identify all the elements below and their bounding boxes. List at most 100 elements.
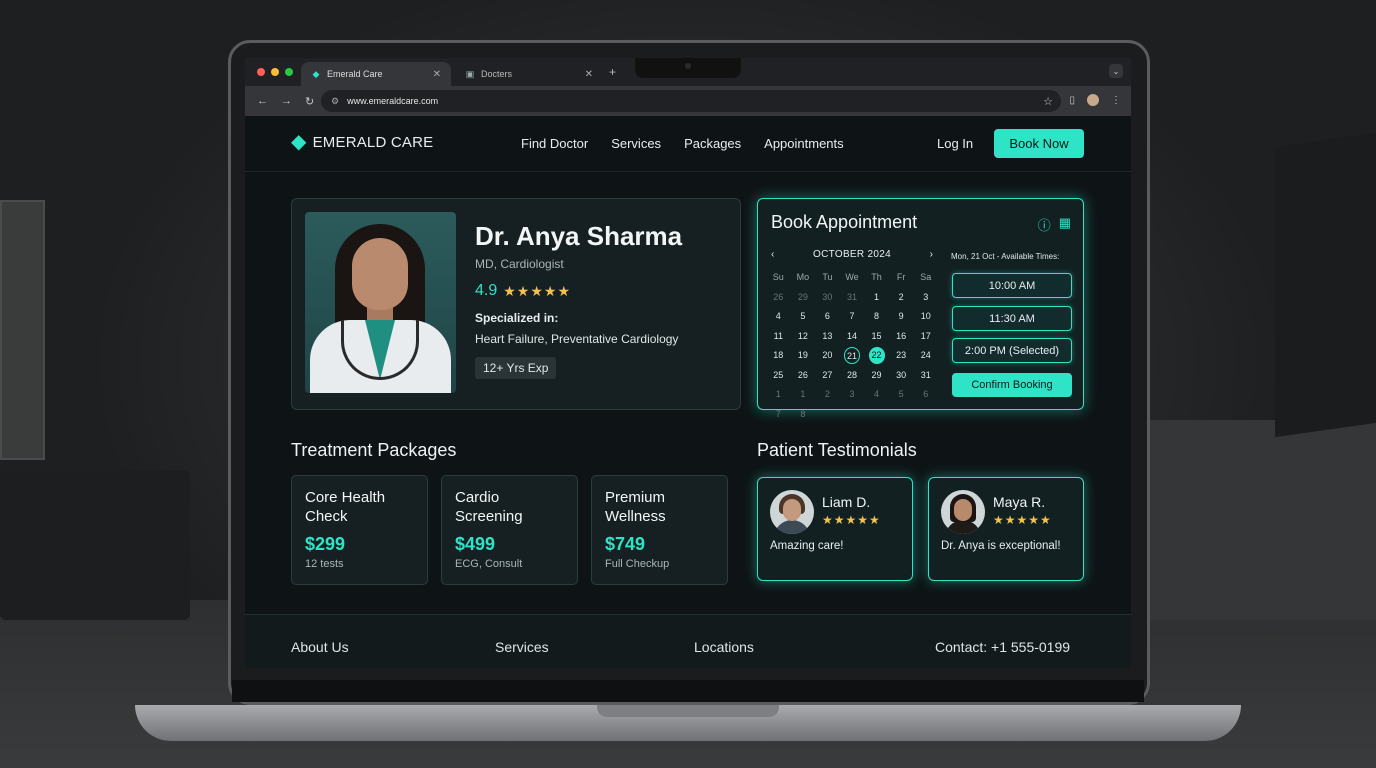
calendar-day: 5: [898, 389, 904, 399]
calendar-day[interactable]: 31: [913, 367, 938, 384]
page-icon: ▣: [465, 68, 475, 79]
calendar-day[interactable]: 19: [791, 347, 816, 364]
nav-packages[interactable]: Packages: [684, 136, 741, 151]
bookmark-star-icon[interactable]: ☆: [1043, 95, 1053, 108]
calendar-day[interactable]: 20: [815, 347, 840, 364]
calendar-day[interactable]: 2: [889, 289, 914, 306]
calendar-day: 26: [773, 291, 784, 302]
calendar-day[interactable]: 26: [791, 367, 816, 384]
package-name: Cardio Screening: [455, 489, 523, 525]
book-now-button[interactable]: Book Now: [994, 129, 1084, 158]
site-settings-icon[interactable]: ⚙: [331, 96, 339, 107]
calendar-day[interactable]: 18: [766, 347, 791, 364]
weekday-label: Su: [772, 272, 784, 282]
laptop-hinge: [232, 680, 1144, 702]
packages-title: Treatment Packages: [291, 440, 457, 460]
minimize-window-button[interactable]: [271, 68, 279, 76]
footer-about-link[interactable]: About Us: [291, 639, 349, 655]
chevron-right-icon[interactable]: ›: [930, 249, 933, 260]
calendar-day[interactable]: 12: [791, 328, 816, 345]
weekday-label: Th: [871, 272, 882, 282]
tab-docters[interactable]: ▣ Docters ✕: [455, 62, 603, 86]
info-icon[interactable]: ⓘ: [1038, 215, 1051, 234]
maximize-window-button[interactable]: [285, 68, 293, 76]
nav-services[interactable]: Services: [611, 136, 661, 151]
chevron-left-icon[interactable]: ‹: [771, 249, 774, 260]
calendar-day[interactable]: 7: [840, 308, 865, 325]
package-card[interactable]: Cardio Screening $499 ECG, Consult: [441, 475, 578, 585]
calendar-day[interactable]: 4: [766, 308, 791, 325]
doctor-name: Dr. Anya Sharma: [475, 221, 683, 251]
wall-screen: [1275, 132, 1376, 438]
calendar-day[interactable]: 1: [864, 289, 889, 306]
sofa: [0, 470, 190, 620]
weekday-label: Mo: [796, 272, 810, 282]
calendar-day: 31: [846, 291, 857, 302]
brand-logo[interactable]: ◆ EMERALD CARE: [291, 132, 433, 152]
weekday-label: Fr: [896, 272, 906, 282]
calendar-day-selected[interactable]: 22: [868, 347, 885, 364]
testimonial-quote: Amazing care!: [770, 540, 844, 552]
testimonials-title: Patient Testimonials: [757, 440, 917, 460]
calendar-day[interactable]: 25: [766, 367, 791, 384]
available-times-label: Mon, 21 Oct - Available Times:: [951, 252, 1060, 261]
side-panel-icon[interactable]: ▯: [1069, 95, 1075, 106]
calendar-day: 3: [849, 389, 855, 399]
star-rating-icon: ★★★★★: [993, 513, 1052, 527]
more-menu-icon[interactable]: ⋮: [1111, 95, 1121, 106]
weekday-label: Sa: [920, 272, 932, 282]
calendar-day[interactable]: 13: [815, 328, 840, 345]
close-window-button[interactable]: [257, 68, 265, 76]
calendar-day[interactable]: 15: [864, 328, 889, 345]
address-bar[interactable]: ⚙ www.emeraldcare.com ☆: [321, 90, 1061, 112]
calendar-day[interactable]: 10: [913, 308, 938, 325]
back-icon[interactable]: ←: [257, 95, 269, 107]
calendar-day[interactable]: 9: [889, 308, 914, 325]
calendar-day[interactable]: 16: [889, 328, 914, 345]
confirm-booking-button[interactable]: Confirm Booking: [952, 373, 1072, 397]
close-icon[interactable]: ✕: [433, 69, 441, 80]
calendar-day[interactable]: 28: [840, 367, 865, 384]
footer-services-link[interactable]: Services: [495, 639, 549, 655]
calendar-day[interactable]: 17: [913, 328, 938, 345]
calendar-day[interactable]: 14: [840, 328, 865, 345]
browser-toolbar: ← → ↻ ⚙ www.emeraldcare.com ☆ ▯ ⋮: [245, 86, 1131, 116]
reload-icon[interactable]: ↻: [305, 95, 317, 108]
nav-find-doctor[interactable]: Find Doctor: [521, 136, 588, 151]
package-card[interactable]: Core Health Check $299 12 tests: [291, 475, 428, 585]
calendar-day[interactable]: 27: [815, 367, 840, 384]
time-slot[interactable]: 10:00 AM: [952, 273, 1072, 298]
calendar-day[interactable]: 3: [913, 289, 938, 306]
time-slot[interactable]: 11:30 AM: [952, 306, 1072, 331]
webpage: ◆ EMERALD CARE Find Doctor Services Pack…: [245, 116, 1131, 668]
calendar-day[interactable]: 8: [864, 308, 889, 325]
time-slot-selected[interactable]: 2:00 PM (Selected): [952, 338, 1072, 363]
calendar-day[interactable]: 24: [913, 347, 938, 364]
calendar-day[interactable]: 6: [815, 308, 840, 325]
calendar-day: 7: [775, 408, 781, 419]
camera-notch: [635, 58, 741, 78]
chevron-down-icon[interactable]: ⌄: [1109, 64, 1123, 78]
package-card[interactable]: Premium Wellness $749 Full Checkup: [591, 475, 728, 585]
calendar-day[interactable]: 5: [791, 308, 816, 325]
calendar-month: OCTOBER 2024: [813, 249, 891, 260]
login-link[interactable]: Log In: [937, 136, 973, 151]
close-icon[interactable]: ✕: [585, 69, 593, 80]
profile-avatar[interactable]: [1087, 94, 1099, 106]
rating-value: 4.9: [475, 282, 498, 299]
calendar-day: 30: [822, 291, 833, 302]
calendar-day[interactable]: 29: [864, 367, 889, 384]
calendar-day[interactable]: 11: [766, 328, 791, 345]
new-tab-button[interactable]: +: [609, 65, 616, 79]
calendar-day-today[interactable]: 21: [843, 347, 860, 364]
star-rating-icon: ★★★★★: [503, 282, 572, 299]
calendar-day: 8: [800, 408, 806, 419]
footer-locations-link[interactable]: Locations: [694, 639, 754, 655]
calendar-day[interactable]: 23: [889, 347, 914, 364]
calendar-day[interactable]: 30: [889, 367, 914, 384]
calendar-icon[interactable]: ▦: [1059, 215, 1071, 234]
calendar-day: 29: [797, 291, 808, 302]
nav-appointments[interactable]: Appointments: [764, 136, 844, 151]
forward-icon[interactable]: →: [281, 95, 293, 107]
tab-emerald-care[interactable]: ◆ Emerald Care ✕: [301, 62, 451, 86]
